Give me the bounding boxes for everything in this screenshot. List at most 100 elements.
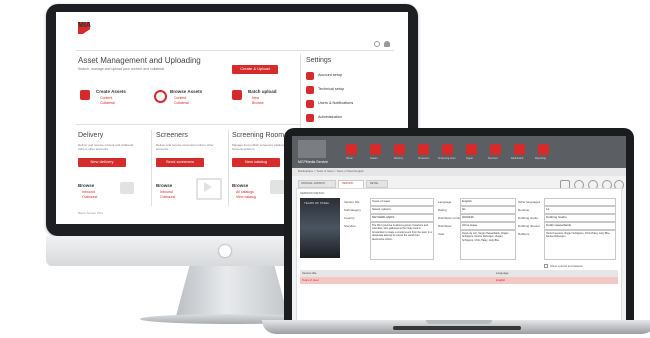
poster-title: TEARS OF STEEL bbox=[304, 201, 330, 205]
delivery-inbound-link[interactable]: Inbound bbox=[82, 190, 95, 195]
language-select[interactable]: English bbox=[460, 198, 516, 206]
screeners-outbound-link[interactable]: Outbound bbox=[160, 195, 175, 200]
nav-screening-room[interactable]: Screening room bbox=[438, 157, 456, 161]
batch-upload-icon bbox=[232, 90, 242, 100]
field-label: Storyline bbox=[344, 224, 356, 228]
create-assets-title[interactable]: Create Assets bbox=[96, 89, 126, 95]
reporting-icon[interactable] bbox=[538, 144, 549, 155]
settings-item-users[interactable]: Users & Notifications bbox=[318, 101, 353, 106]
field-label: Subcategory bbox=[344, 208, 361, 212]
subcategory-select[interactable]: Select options bbox=[370, 206, 434, 214]
storyline-textarea[interactable]: The film's premise is about a group of w… bbox=[370, 222, 434, 260]
dubbing-director-input[interactable]: Dubbi Hasselbaink bbox=[544, 222, 616, 230]
nav-ingest[interactable]: Ingest bbox=[466, 157, 473, 161]
create-assets-link[interactable]: Collateral bbox=[100, 101, 115, 106]
settings-item-technical[interactable]: Technical setup bbox=[318, 87, 344, 92]
dubbers-textarea[interactable]: Henk Koevoets, Rogier Schippers, Chris H… bbox=[544, 230, 616, 260]
field-label: Cast bbox=[438, 232, 445, 236]
nav-delivery[interactable]: Delivery bbox=[394, 157, 403, 161]
browse-assets-link[interactable]: Content bbox=[174, 96, 186, 101]
dubbers-text: Henk Koevoets, Rogier Schippers, Chris H… bbox=[546, 232, 611, 239]
cast-text: Derek de Lint, Sergio Hasselbaink, Rogie… bbox=[462, 232, 509, 242]
version-title-input[interactable]: Tears of steel bbox=[370, 198, 434, 206]
batch-upload-link[interactable]: Browse bbox=[252, 101, 264, 106]
screening-room-browse-title: Browse bbox=[232, 183, 249, 188]
table-row[interactable] bbox=[300, 277, 618, 284]
page-subtitle: Search, manage and upload your content a… bbox=[78, 67, 165, 71]
breadcrumb[interactable]: Marketplace > Tears of Steel > Tears of … bbox=[298, 170, 364, 173]
send-screeners-button[interactable]: Send screeners bbox=[156, 158, 204, 167]
footer-text: Bantu Screen Pilot bbox=[78, 211, 103, 215]
field-label: Distributor bbox=[438, 224, 452, 228]
batch-upload-title[interactable]: Batch upload bbox=[248, 89, 277, 95]
browse-assets-title[interactable]: Browse Assets bbox=[170, 89, 202, 95]
settings-item-administration[interactable]: Administration bbox=[318, 115, 342, 120]
distributor-input[interactable]: Ohne Hase bbox=[460, 222, 516, 230]
field-label: Dubbing studio bbox=[518, 216, 539, 220]
nav-bar bbox=[292, 136, 626, 168]
assets-icon[interactable] bbox=[370, 144, 381, 155]
divider bbox=[76, 50, 394, 51]
dubbing-studio-input[interactable]: Dubbing Studio bbox=[544, 214, 616, 222]
home-icon[interactable] bbox=[346, 144, 357, 155]
mia-logo-text: MIA bbox=[78, 22, 91, 29]
screeners-inbound-link[interactable]: Inbound bbox=[160, 190, 173, 195]
new-catalog-button[interactable]: New catalog bbox=[232, 158, 280, 167]
show-expired-label: Show expired and deleted bbox=[550, 264, 583, 268]
show-expired-checkbox[interactable] bbox=[544, 264, 548, 268]
page-title: Asset Management and Uploading bbox=[78, 56, 201, 65]
settings-item-account[interactable]: Account setup bbox=[318, 73, 342, 78]
user-icon[interactable] bbox=[384, 41, 390, 47]
field-label: Language bbox=[438, 200, 452, 204]
field-label: Dubbing director bbox=[518, 224, 541, 228]
divider bbox=[76, 124, 300, 125]
account-setup-icon bbox=[306, 72, 314, 80]
webcam-icon bbox=[219, 245, 231, 257]
ingest-icon[interactable] bbox=[466, 144, 477, 155]
nav-services[interactable]: Services bbox=[488, 157, 498, 161]
services-icon[interactable] bbox=[490, 144, 501, 155]
nav-assets[interactable]: Assets bbox=[370, 157, 378, 161]
field-label: Runtime bbox=[518, 208, 530, 212]
screening-room-title: Screening Room bbox=[232, 132, 285, 139]
delivery-desc: Deliver and receive content and collater… bbox=[78, 143, 134, 151]
administration-icon bbox=[306, 114, 314, 122]
table-header-language[interactable]: Language bbox=[496, 272, 508, 275]
create-upload-button[interactable]: Create & Upload bbox=[232, 65, 278, 74]
field-label: Distributor number bbox=[438, 216, 463, 220]
other-languages-input[interactable] bbox=[544, 198, 616, 206]
field-label: Rating bbox=[438, 208, 447, 212]
browse-assets-link[interactable]: Collateral bbox=[174, 101, 189, 106]
country-select[interactable]: NETHERLANDS bbox=[370, 214, 434, 222]
delivery-outbound-link[interactable]: Outbound bbox=[82, 195, 97, 200]
nav-reporting[interactable]: Reporting bbox=[535, 157, 546, 161]
create-assets-icon bbox=[80, 90, 90, 100]
tab-original-version-label: ORIGINAL VERSION bbox=[301, 182, 325, 185]
rating-select[interactable]: NL bbox=[460, 206, 516, 214]
screeners-desc: Deliver and receive screeners to/from ot… bbox=[156, 143, 214, 151]
new-delivery-button[interactable]: New delivery bbox=[78, 158, 126, 167]
nav-home[interactable]: Home bbox=[346, 157, 353, 161]
help-icon[interactable] bbox=[374, 41, 380, 47]
all-catalogs-link[interactable]: All catalogs bbox=[236, 190, 254, 195]
distributor-number-input[interactable]: 0000336 bbox=[460, 214, 516, 222]
nav-screeners[interactable]: Screeners bbox=[418, 157, 429, 161]
nav-dashboard[interactable]: Dashboard bbox=[511, 157, 523, 161]
screening-room-icon[interactable] bbox=[442, 144, 453, 155]
view-catalog-link[interactable]: View catalog bbox=[236, 195, 256, 200]
users-icon bbox=[306, 100, 314, 108]
batch-upload-link[interactable]: New bbox=[252, 96, 259, 101]
dock-bar bbox=[393, 326, 521, 330]
table-header-version-title[interactable]: Version title bbox=[302, 272, 316, 275]
delivery-icon[interactable] bbox=[394, 144, 405, 155]
table-header bbox=[300, 270, 618, 277]
screeners-icon[interactable] bbox=[418, 144, 429, 155]
poster-image bbox=[300, 198, 340, 258]
cast-textarea[interactable]: Derek de Lint, Sergio Hasselbaink, Rogie… bbox=[460, 230, 516, 260]
macbook-opening-notch bbox=[426, 320, 492, 324]
create-assets-link[interactable]: Content bbox=[100, 96, 112, 101]
dashboard-icon[interactable] bbox=[514, 144, 525, 155]
runtime-input[interactable]: 12 bbox=[544, 206, 616, 214]
technical-setup-icon bbox=[306, 86, 314, 94]
brand-name: MCPMedia Service bbox=[298, 160, 328, 164]
